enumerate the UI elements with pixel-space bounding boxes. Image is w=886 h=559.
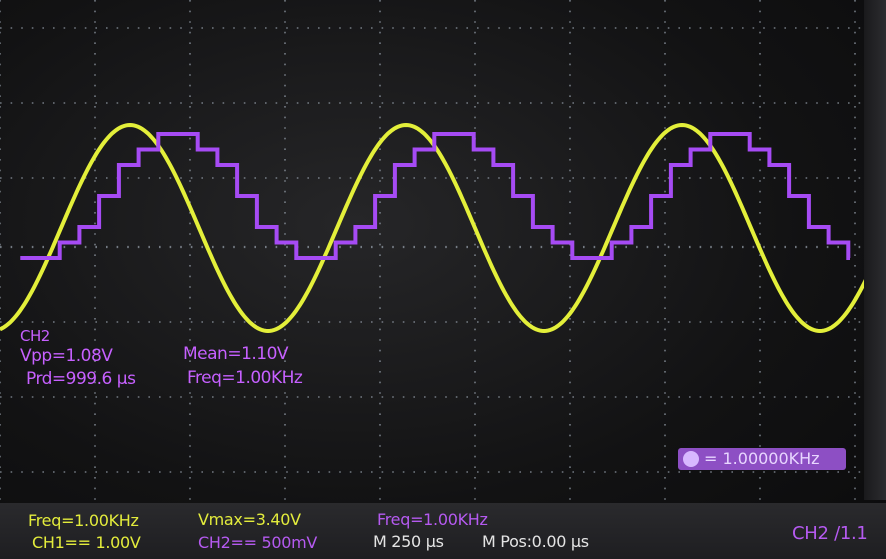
trigger-status[interactable]: CH2 /1.1: [792, 523, 868, 544]
counter-readout: = 1.00000KHz: [704, 449, 820, 468]
ch2-scale[interactable]: CH2== 500mV: [198, 533, 317, 552]
screen-bezel: [864, 0, 886, 500]
measure-frequency: Freq=1.00KHz: [187, 368, 303, 388]
oscilloscope-display: CH2 Vpp=1.08V Prd=999.6 µs Mean=1.10V Fr…: [0, 0, 886, 559]
horizontal-position[interactable]: M Pos:0.00 µs: [482, 532, 589, 551]
ch1-trace: [0, 122, 872, 334]
frequency-counter: = 1.00000KHz: [678, 448, 846, 470]
traces: [0, 122, 872, 334]
measure-channel-tag: CH2: [20, 327, 50, 345]
status-bar: Freq=1.00KHz CH1== 1.00V Vmax=3.40V CH2=…: [0, 503, 886, 559]
counter-icon: [683, 451, 699, 467]
ch2-frequency: Freq=1.00KHz: [377, 510, 488, 529]
ch1-vmax: Vmax=3.40V: [198, 510, 301, 529]
measure-period: Prd=999.6 µs: [26, 369, 136, 389]
ch2-trace: [20, 132, 851, 260]
measure-mean: Mean=1.10V: [183, 344, 289, 364]
ch1-frequency: Freq=1.00KHz: [28, 511, 139, 530]
timebase[interactable]: M 250 µs: [373, 532, 444, 551]
waveform-area: CH2 Vpp=1.08V Prd=999.6 µs Mean=1.10V Fr…: [0, 0, 886, 559]
measure-vpp: Vpp=1.08V: [20, 346, 113, 366]
ch1-scale[interactable]: CH1== 1.00V: [32, 533, 141, 552]
